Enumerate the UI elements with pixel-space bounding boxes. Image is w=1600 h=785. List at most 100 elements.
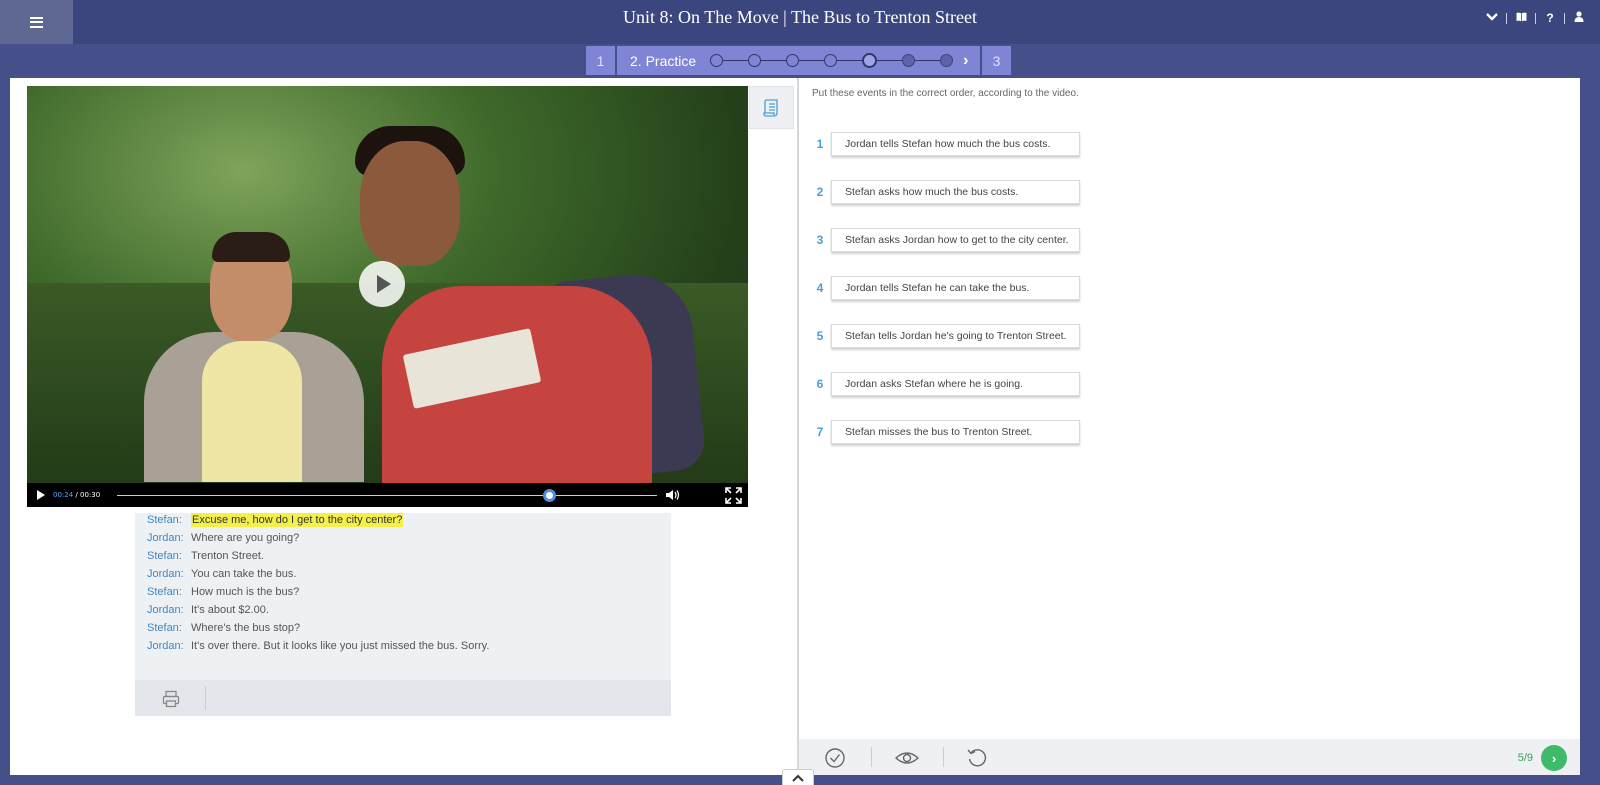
- transcript-speaker: Stefan:: [147, 586, 182, 598]
- draggable-event-card[interactable]: Stefan asks how much the bus costs.: [831, 180, 1080, 204]
- video-time-separator: /: [73, 491, 80, 499]
- reset-icon[interactable]: [966, 747, 988, 769]
- exercise-instructions: Put these events in the correct order, a…: [812, 88, 1079, 99]
- progress-link: [799, 60, 825, 61]
- help-icon[interactable]: ?: [1539, 11, 1561, 25]
- chevron-up-icon: [792, 774, 804, 782]
- header-divider: [1564, 12, 1565, 24]
- book-icon[interactable]: [1510, 11, 1532, 25]
- transcript-panel: Stefan: Excuse me, how do I get to the ci…: [135, 513, 671, 680]
- chevron-down-icon[interactable]: [1481, 11, 1503, 25]
- progress-link: [761, 60, 787, 61]
- progress-link: [837, 60, 863, 61]
- exercise-toolbar: 5/9 ›: [799, 739, 1580, 775]
- progress-dot[interactable]: [940, 54, 954, 67]
- progress-dot[interactable]: [748, 54, 762, 67]
- transcript-text: It's over there. But it looks like you j…: [191, 640, 490, 652]
- transcript-line[interactable]: Jordan: It's about $2.00.: [147, 603, 269, 617]
- exercise-progress-dots: [710, 53, 954, 68]
- transcript-line[interactable]: Jordan: It's over there. But it looks lik…: [147, 639, 489, 653]
- header-divider: [1535, 12, 1536, 24]
- transcript-line[interactable]: Stefan: Trenton Street.: [147, 549, 264, 563]
- transcript-text: Excuse me, how do I get to the city cent…: [191, 513, 404, 527]
- video-person-2-head: [360, 141, 460, 266]
- top-bar: Unit 8: On The Move | The Bus to Trenton…: [0, 0, 1600, 44]
- script-icon: [762, 98, 778, 117]
- video-seek-bar[interactable]: [117, 488, 657, 502]
- check-icon[interactable]: [824, 747, 846, 769]
- hamburger-icon: [30, 16, 43, 28]
- step-navigation: 1 2. Practice › 3: [586, 46, 1011, 75]
- draggable-event-card[interactable]: Stefan tells Jordan he's going to Trento…: [831, 324, 1080, 348]
- draggable-event-card[interactable]: Jordan asks Stefan where he is going.: [831, 372, 1080, 396]
- video-person-1-shirt: [202, 341, 302, 482]
- play-icon[interactable]: [37, 490, 45, 500]
- step-2-label: 2. Practice: [630, 52, 697, 69]
- fullscreen-icon[interactable]: [725, 487, 742, 504]
- transcript-line[interactable]: Jordan: Where are you going?: [147, 531, 299, 545]
- progress-dot[interactable]: [824, 54, 838, 67]
- progress-dot[interactable]: [710, 54, 724, 67]
- video-seek-handle[interactable]: [543, 488, 556, 502]
- transcript-speaker: Stefan:: [147, 550, 182, 562]
- progress-dot[interactable]: [786, 54, 800, 67]
- header-divider: [1506, 12, 1507, 24]
- item-number: 3: [816, 233, 824, 247]
- transcript-speaker: Stefan:: [147, 514, 182, 526]
- video-duration: 00:30: [80, 491, 101, 499]
- item-number: 4: [816, 281, 824, 295]
- transcript-text: Where are you going?: [191, 532, 300, 544]
- volume-icon[interactable]: [665, 489, 681, 501]
- transcript-text: Trenton Street.: [191, 550, 264, 562]
- video-player[interactable]: 00:24 / 00:30: [27, 86, 748, 507]
- video-current-time: 00:24: [53, 491, 74, 499]
- transcript-speaker: Jordan:: [147, 640, 184, 652]
- page-title: Unit 8: On The Move | The Bus to Trenton…: [623, 7, 977, 27]
- step-1-button[interactable]: 1: [586, 46, 615, 75]
- print-icon[interactable]: [162, 690, 180, 708]
- step-2-practice[interactable]: 2. Practice ›: [617, 46, 980, 75]
- user-icon[interactable]: [1568, 11, 1590, 25]
- transcript-line[interactable]: Stefan: Where's the bus stop?: [147, 621, 300, 635]
- transcript-line[interactable]: Stefan: Excuse me, how do I get to the ci…: [147, 513, 404, 527]
- item-number: 5: [816, 329, 824, 343]
- transcript-line[interactable]: Jordan: You can take the bus.: [147, 567, 296, 581]
- draggable-event-card[interactable]: Stefan asks Jordan how to get to the cit…: [831, 228, 1080, 252]
- menu-button[interactable]: [0, 0, 73, 44]
- progress-link: [877, 60, 903, 61]
- eye-icon[interactable]: [894, 747, 920, 769]
- transcript-text: Where's the bus stop?: [191, 622, 301, 634]
- transcript-speaker: Stefan:: [147, 622, 182, 634]
- progress-dot[interactable]: [862, 53, 878, 68]
- item-number: 6: [816, 377, 824, 391]
- transcript-toolbar: [135, 680, 671, 716]
- video-person-1-hair: [212, 232, 290, 262]
- transcript-speaker: Jordan:: [147, 568, 184, 580]
- video-play-overlay-button[interactable]: [359, 261, 405, 307]
- item-number: 1: [816, 137, 824, 151]
- item-number: 7: [816, 425, 824, 439]
- next-button[interactable]: ›: [1541, 745, 1567, 771]
- page-counter: 5/9: [1517, 752, 1533, 764]
- step-3-button[interactable]: 3: [982, 46, 1011, 75]
- progress-dot[interactable]: [902, 54, 916, 67]
- video-time: 00:24 / 00:30: [53, 491, 107, 499]
- transcript-speaker: Jordan:: [147, 604, 184, 616]
- collapse-toggle-button[interactable]: [782, 769, 814, 785]
- transcript-text: How much is the bus?: [191, 586, 300, 598]
- video-controls: 00:24 / 00:30: [27, 483, 748, 507]
- draggable-event-card[interactable]: Jordan tells Stefan he can take the bus.: [831, 276, 1080, 300]
- transcript-line[interactable]: Stefan: How much is the bus?: [147, 585, 299, 599]
- item-number: 2: [816, 185, 824, 199]
- progress-link: [723, 60, 749, 61]
- transcript-text: It's about $2.00.: [191, 604, 269, 616]
- progress-link: [915, 60, 941, 61]
- toolbar-divider: [943, 747, 944, 767]
- draggable-event-card[interactable]: Stefan misses the bus to Trenton Street.: [831, 420, 1080, 444]
- transcript-toggle-button[interactable]: [749, 86, 794, 129]
- chevron-right-icon[interactable]: ›: [963, 52, 968, 70]
- toolbar-divider: [871, 747, 872, 767]
- header-actions: ?: [1481, 0, 1590, 36]
- draggable-event-card[interactable]: Jordan tells Stefan how much the bus cos…: [831, 132, 1080, 156]
- transcript-text: You can take the bus.: [191, 568, 297, 580]
